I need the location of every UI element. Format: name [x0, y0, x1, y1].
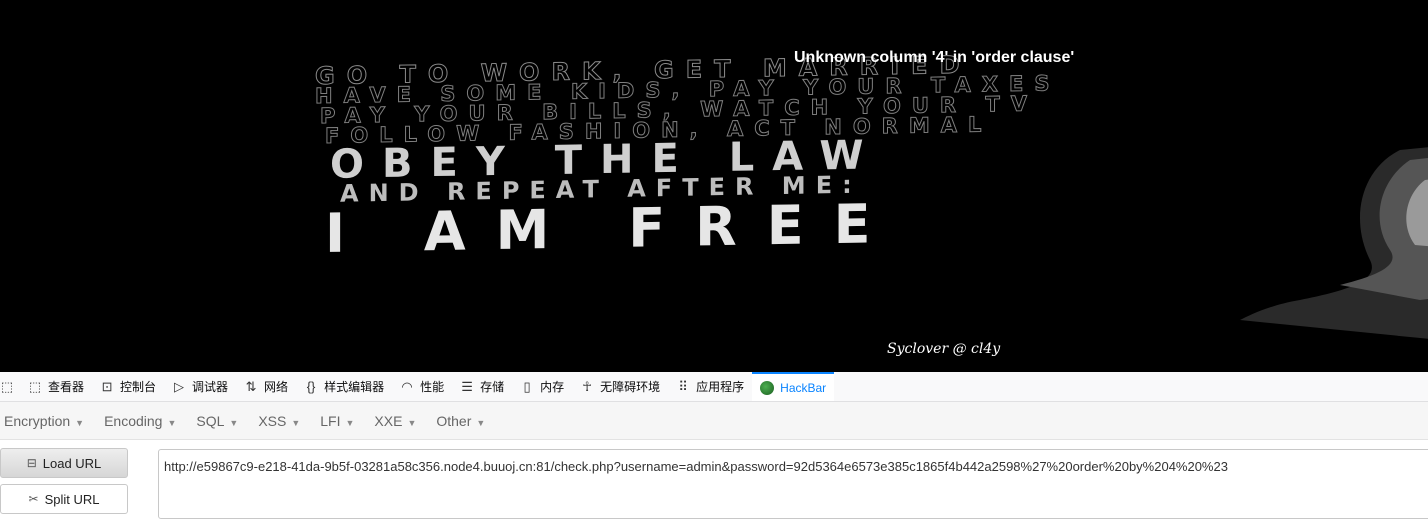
tab-performance[interactable]: ◠ 性能: [392, 372, 452, 401]
devtools-pick-element-button[interactable]: ⬚: [0, 372, 20, 401]
tab-label: 样式编辑器: [324, 380, 385, 394]
menu-xss[interactable]: XSS ▼: [258, 413, 300, 429]
tab-label: 存储: [480, 380, 505, 394]
sql-error-message: Unknown column '4' in 'order clause': [794, 49, 1075, 66]
background-slogan-image: GO TO WORK, GET MARRIED HAVE SOME KIDS, …: [300, 48, 1150, 283]
console-icon: ⊡: [101, 378, 113, 394]
menu-label: SQL: [196, 412, 225, 429]
slogan-line: I AM FREE: [325, 191, 901, 265]
tab-label: 内存: [540, 380, 565, 394]
hackbar-url-panel: ⊟ Load URL ✂ Split URL http://e59867c9-e21…: [0, 440, 1428, 520]
pick-element-icon: ⬚: [0, 378, 14, 394]
chevron-down-icon: ▼: [476, 417, 486, 428]
tab-accessibility[interactable]: ☥ 无障碍环境: [572, 372, 668, 401]
load-url-button[interactable]: ⊟ Load URL: [0, 448, 128, 478]
network-icon: ⇅: [245, 378, 257, 394]
menu-encryption[interactable]: Encryption ▼: [4, 413, 84, 429]
split-url-label: Split URL: [44, 491, 100, 507]
tab-label: 应用程序: [696, 380, 745, 394]
menu-label: Encryption: [4, 412, 71, 429]
storage-icon: ☰: [461, 378, 473, 394]
menu-label: Encoding: [104, 412, 163, 429]
tab-label: 查看器: [48, 380, 85, 394]
memory-icon: ▯: [523, 378, 531, 394]
web-page-viewport: GO TO WORK, GET MARRIED HAVE SOME KIDS, …: [0, 0, 1428, 372]
chevron-down-icon: ▼: [167, 417, 177, 428]
menu-xxe[interactable]: XXE ▼: [374, 413, 416, 429]
tab-application[interactable]: ⠿ 应用程序: [668, 372, 752, 401]
load-icon: ⊟: [26, 456, 37, 470]
tab-storage[interactable]: ☰ 存储: [452, 372, 512, 401]
tab-debugger[interactable]: ▷ 调试器: [164, 372, 236, 401]
style-editor-icon: {}: [306, 378, 316, 394]
menu-other[interactable]: Other ▼: [436, 413, 485, 429]
menu-label: LFI: [320, 412, 341, 429]
performance-icon: ◠: [401, 378, 413, 394]
menu-label: Other: [436, 412, 472, 429]
tab-console[interactable]: ⊡ 控制台: [92, 372, 164, 401]
tab-label: 网络: [264, 380, 289, 394]
tab-memory[interactable]: ▯ 内存: [512, 372, 572, 401]
tab-label: 调试器: [192, 380, 229, 394]
mask-face-image: [1240, 147, 1428, 339]
menu-label: XSS: [258, 412, 287, 429]
url-input[interactable]: http://e59867c9-e218-41da-9b5f-03281a58c…: [158, 449, 1428, 519]
chevron-down-icon: ▼: [291, 417, 301, 428]
tab-inspector[interactable]: ⬚ 查看器: [20, 372, 92, 401]
load-url-label: Load URL: [42, 455, 102, 471]
tab-network[interactable]: ⇅ 网络: [236, 372, 296, 401]
hackbar-icon: [760, 380, 775, 395]
accessibility-icon: ☥: [582, 378, 592, 394]
tab-style-editor[interactable]: {} 样式编辑器: [296, 372, 392, 401]
scissors-icon: ✂: [28, 492, 39, 506]
menu-lfi[interactable]: LFI ▼: [320, 413, 354, 429]
devtools-tab-bar: ⬚ ⬚ 查看器 ⊡ 控制台 ▷ 调试器 ⇅ 网络 {} 样式编辑器 ◠ 性能 ☰ 存储 ▯ 内存…: [0, 372, 1428, 402]
tab-label: HackBar: [780, 380, 827, 395]
menu-sql[interactable]: SQL ▼: [196, 413, 238, 429]
split-url-button[interactable]: ✂ Split URL: [0, 484, 128, 514]
inspector-icon: ⬚: [28, 378, 42, 394]
tab-label: 控制台: [120, 380, 157, 394]
tab-label: 性能: [420, 380, 445, 394]
debugger-icon: ▷: [174, 378, 185, 394]
menu-label: XXE: [374, 412, 403, 429]
tab-hackbar[interactable]: HackBar: [752, 372, 835, 401]
chevron-down-icon: ▼: [345, 417, 355, 428]
chevron-down-icon: ▼: [75, 417, 85, 428]
chevron-down-icon: ▼: [229, 417, 239, 428]
author-signature: Syclover @ cl4y: [887, 341, 1001, 357]
hackbar-menu-bar: Encryption ▼ Encoding ▼ SQL ▼ XSS ▼ LFI ▼ XXE…: [0, 402, 1428, 440]
tab-label: 无障碍环境: [600, 380, 661, 394]
application-icon: ⠿: [678, 378, 688, 394]
menu-encoding[interactable]: Encoding ▼: [104, 413, 176, 429]
chevron-down-icon: ▼: [407, 417, 417, 428]
